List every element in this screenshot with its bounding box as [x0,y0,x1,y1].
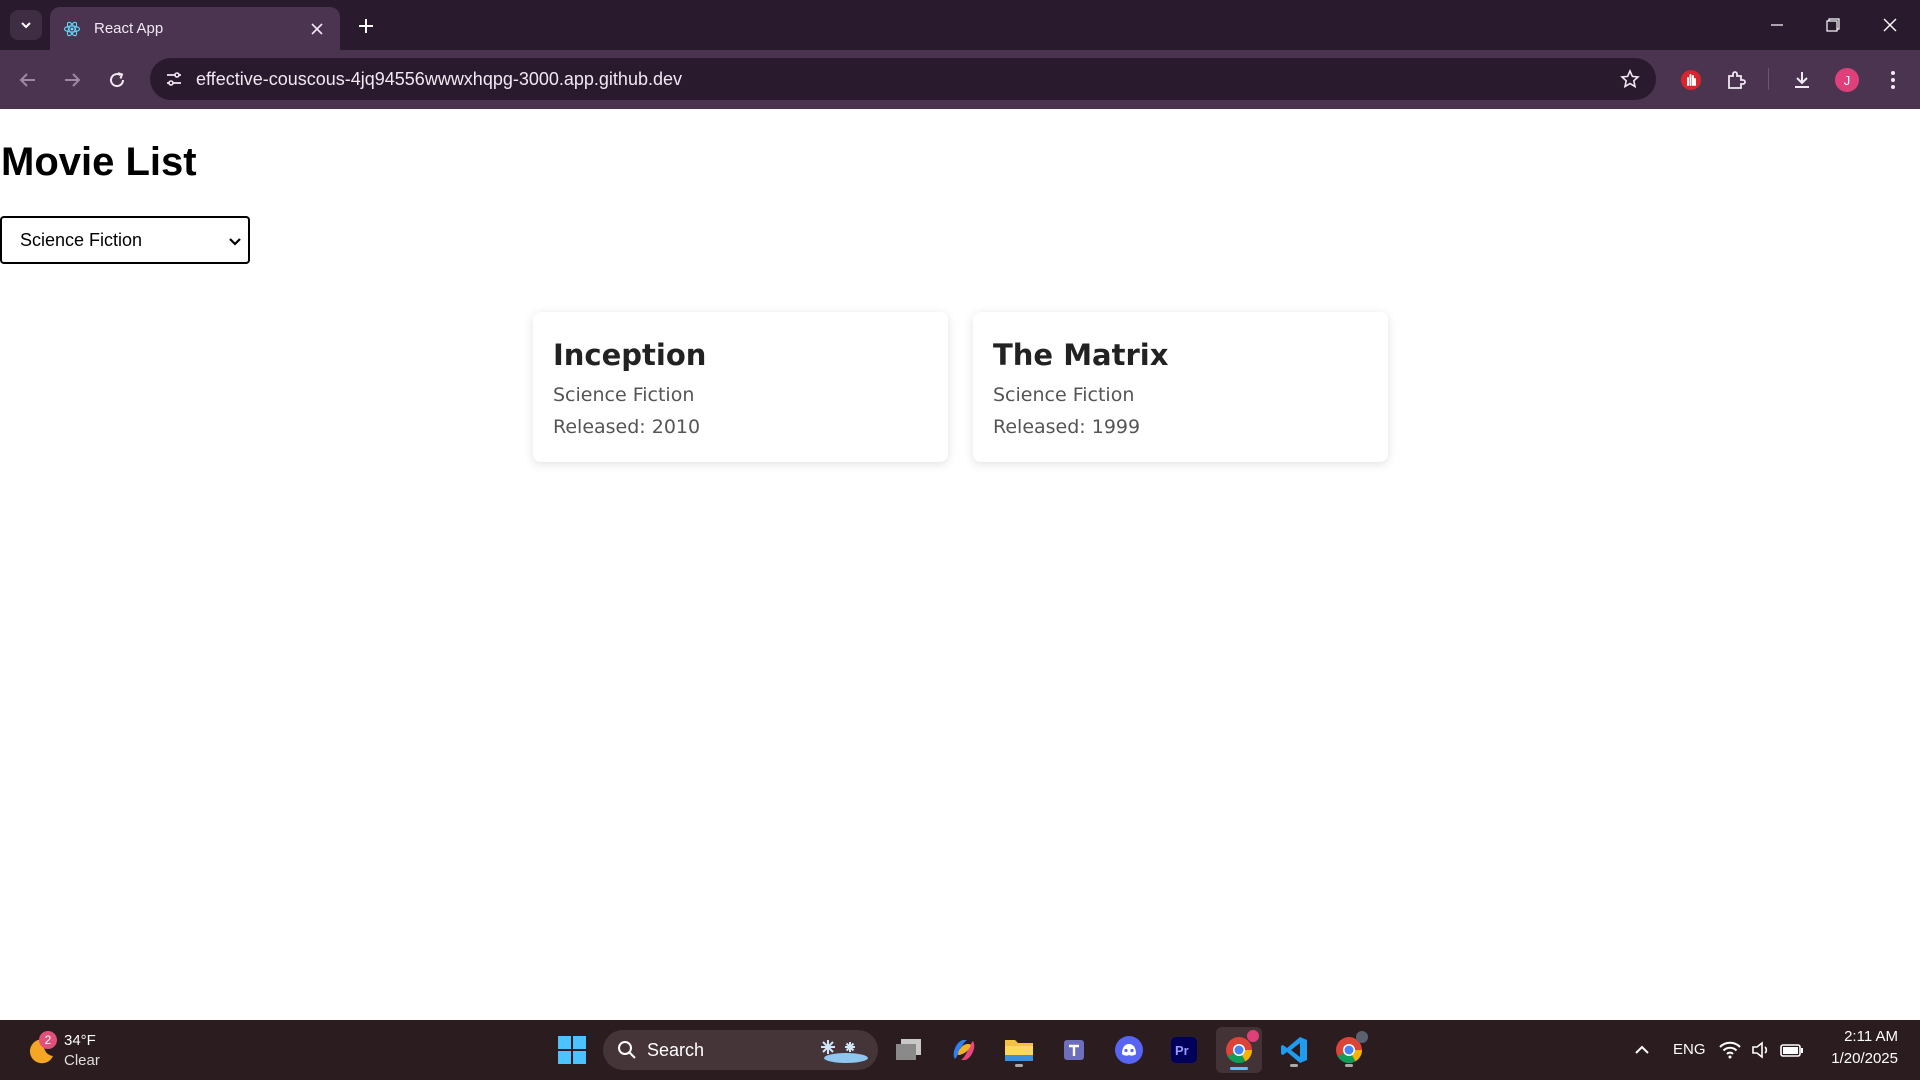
taskbar-app-chrome-active[interactable] [1216,1027,1262,1073]
chevron-down-icon [21,22,31,29]
forward-button[interactable] [56,64,88,96]
taskbar-app-premiere[interactable]: Pr [1164,1030,1204,1070]
reload-button[interactable] [101,64,133,96]
clock-date[interactable]: 1/20/2025 [1831,1050,1898,1067]
genre-select[interactable]: Science Fiction [0,216,250,264]
search-label: Search [647,1039,705,1060]
volume-icon[interactable] [1748,1030,1774,1070]
clock-time[interactable]: 2:11 AM [1844,1028,1898,1045]
profile-button[interactable]: J [1831,64,1863,96]
task-view-icon [896,1039,921,1060]
discord-icon [1115,1036,1143,1064]
taskbar-app-copilot[interactable] [944,1030,984,1070]
genre-select-value: Science Fiction [20,229,143,250]
back-button[interactable] [12,64,44,96]
close-window-button[interactable] [1870,10,1910,40]
movie-genre: Science Fiction [993,384,1135,406]
copilot-icon [953,1040,975,1060]
language-indicator[interactable]: ENG [1673,1041,1706,1058]
svg-text:Pr: Pr [1175,1043,1189,1058]
taskbar-app-chrome-profile[interactable] [1329,1030,1369,1070]
movie-release: Released: 1999 [993,416,1141,438]
taskbar: 2 34°F Clear Search Pr ENG 2:11 AM 1/20/… [0,1020,1920,1080]
running-indicator [1345,1064,1353,1067]
address-bar[interactable]: effective-couscous-4jq94556wwwxhqpg-3000… [150,58,1656,100]
restore-icon [1826,18,1840,32]
arrow-right-icon [65,73,81,87]
avatar: J [1835,68,1859,92]
weather-widget[interactable]: 2 34°F Clear [22,1028,142,1072]
more-vertical-icon [1891,71,1895,89]
browser-toolbar: effective-couscous-4jq94556wwwxhqpg-3000… [0,50,1920,109]
search-icon [618,1041,636,1059]
movie-card: The Matrix Science Fiction Released: 199… [973,312,1388,462]
snowflake-decoration-icon [821,1040,868,1063]
chevron-down-icon [229,238,241,246]
page-title: Movie List [1,140,197,184]
site-info-icon[interactable] [160,65,188,93]
extensions-puzzle-icon[interactable] [1720,64,1752,96]
windows-icon [558,1036,586,1064]
url-text: effective-couscous-4jq94556wwwxhqpg-3000… [196,69,682,89]
react-icon [62,19,82,39]
extension-stop-icon[interactable] [1675,64,1707,96]
taskbar-app-file-explorer[interactable] [999,1030,1039,1070]
profile-badge-icon [1247,1030,1259,1042]
browser-menu-button[interactable] [1877,64,1909,96]
close-icon [1883,18,1897,32]
folder-icon [1005,1040,1033,1061]
chevron-up-icon [1635,1045,1649,1054]
reload-icon [110,72,125,88]
toolbar-divider [1768,68,1769,90]
bookmark-star-icon[interactable] [1618,67,1642,91]
profile-badge-icon [1356,1031,1368,1043]
running-indicator [1290,1064,1298,1067]
minimize-button[interactable] [1757,10,1797,40]
taskbar-app-discord[interactable] [1109,1030,1149,1070]
movie-title: The Matrix [993,338,1169,372]
movie-genre: Science Fiction [553,384,695,406]
movie-card: Inception Science Fiction Released: 2010 [533,312,948,462]
close-tab-icon[interactable] [306,18,328,40]
arrow-left-icon [19,73,35,87]
task-view-button[interactable] [889,1030,929,1070]
running-indicator [1015,1064,1023,1067]
weather-badge: 2 [39,1031,57,1049]
new-tab-button[interactable] [352,12,380,40]
movie-release: Released: 2010 [553,416,701,438]
download-icon[interactable] [1786,64,1818,96]
tab-title: React App [94,20,164,37]
minimize-icon [1771,24,1783,26]
teams-icon [1064,1040,1084,1060]
vscode-icon [1281,1037,1307,1063]
taskbar-app-teams[interactable] [1054,1030,1094,1070]
premiere-pro-icon: Pr [1171,1037,1197,1063]
plus-icon [359,19,373,33]
movie-title: Inception [553,338,707,372]
battery-icon[interactable] [1777,1030,1807,1070]
taskbar-search[interactable]: Search [603,1030,878,1070]
restore-button[interactable] [1813,10,1853,40]
tab-search-button[interactable] [10,10,42,40]
weather-condition: Clear [64,1052,100,1069]
running-indicator [1230,1067,1248,1070]
weather-temp: 34°F [64,1032,96,1049]
browser-tab-strip: React App [0,0,1920,50]
wifi-icon[interactable] [1715,1030,1745,1070]
show-hidden-icons-button[interactable] [1622,1030,1662,1070]
tab-react-app[interactable]: React App [50,7,340,50]
start-button[interactable] [552,1030,592,1070]
taskbar-app-vscode[interactable] [1274,1030,1314,1070]
